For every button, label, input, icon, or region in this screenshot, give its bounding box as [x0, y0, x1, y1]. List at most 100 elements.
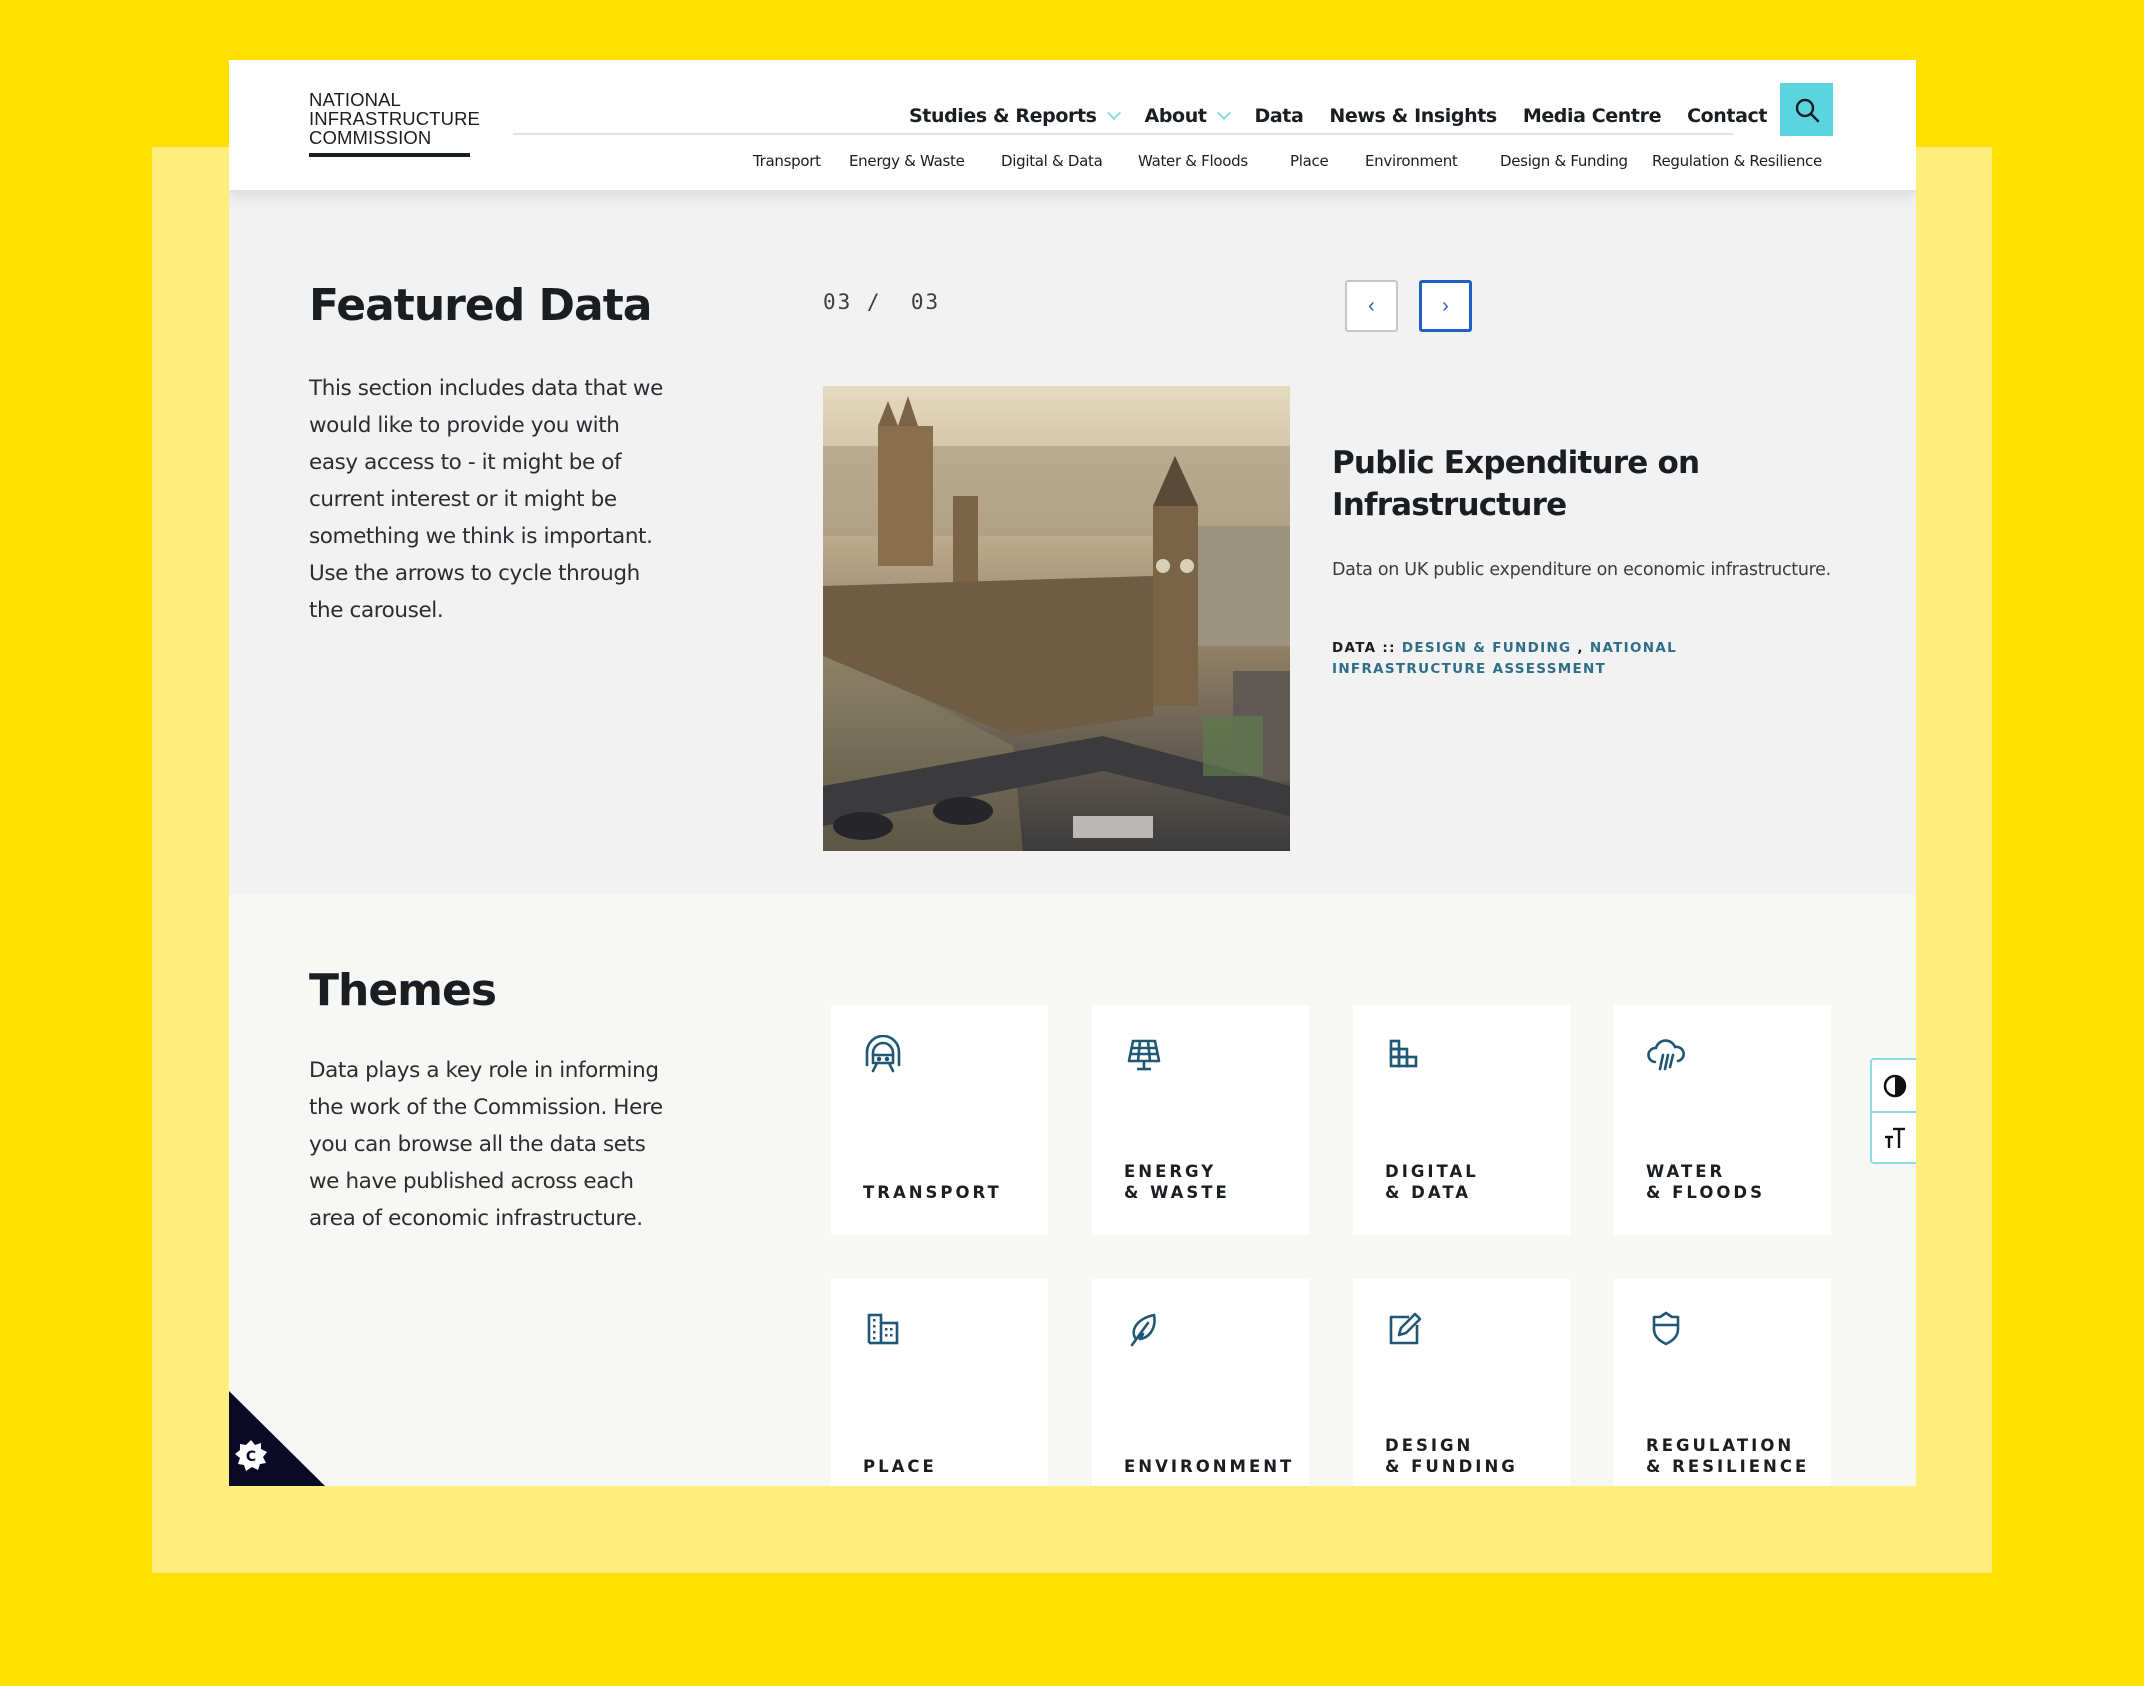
nav-contact[interactable]: Contact	[1687, 105, 1767, 127]
contrast-icon	[1883, 1074, 1907, 1097]
carousel-counter: 03 / 03	[823, 290, 941, 314]
site-header: NATIONAL INFRASTRUCTURE COMMISSION Studi…	[229, 60, 1916, 190]
nav-data[interactable]: Data	[1255, 105, 1304, 127]
nav-divider	[513, 133, 1733, 135]
tag-link-design-funding[interactable]: DESIGN & FUNDING	[1402, 640, 1572, 656]
nav-media-centre[interactable]: Media Centre	[1522, 105, 1662, 127]
theme-label: REGULATION & RESILIENCE	[1646, 1436, 1810, 1476]
data-blocks-icon	[1389, 1039, 1418, 1068]
text-line: you can browse all the data sets	[309, 1132, 646, 1157]
accessibility-toolbar	[1870, 1058, 1916, 1164]
theme-label: DIGITAL & DATA	[1385, 1162, 1479, 1202]
theme-label: DESIGN & FUNDING	[1385, 1436, 1518, 1476]
nav-studies-reports[interactable]: Studies & Reports	[909, 105, 1121, 127]
nav-label: Media Centre	[1522, 105, 1662, 127]
theme-card-energy-waste[interactable]: ENERGY & WASTE	[1092, 1005, 1309, 1235]
theme-card-water-floods[interactable]: WATER & FLOODS	[1614, 1005, 1831, 1235]
theme-card-environment[interactable]: ENVIRONMENT	[1092, 1279, 1309, 1486]
subnav-environment[interactable]: Environment	[1365, 152, 1500, 170]
tag-separator: ,	[1571, 640, 1590, 656]
themes-title: Themes	[309, 965, 497, 1016]
featured-card-tags: DATA :: DESIGN & FUNDING , NATIONAL INFR…	[1332, 638, 1802, 680]
text-line: would like to provide you with	[309, 413, 620, 438]
text-line: Data plays a key role in informing	[309, 1058, 659, 1083]
theme-label: PLACE	[863, 1457, 937, 1476]
theme-card-regulation-resilience[interactable]: REGULATION & RESILIENCE	[1614, 1279, 1831, 1486]
edit-pencil-icon	[1389, 1312, 1422, 1345]
themes-grid: TRANSPORT ENERGY & WASTE DIGITAL & DATA	[831, 1005, 1831, 1486]
browser-page: NATIONAL INFRASTRUCTURE COMMISSION Studi…	[229, 60, 1916, 1486]
subnav-regulation-resilience[interactable]: Regulation & Resilience	[1652, 152, 1822, 170]
nav-label: Data	[1254, 105, 1304, 127]
featured-title: Featured Data	[309, 280, 652, 331]
themes-section: Themes Data plays a key role in informin…	[229, 895, 1916, 1486]
theme-card-place[interactable]: PLACE	[831, 1279, 1048, 1486]
nav-label: Studies & Reports	[909, 105, 1097, 127]
featured-description: This section includes data that we would…	[309, 370, 663, 629]
main-navigation: Studies & Reports About Data News & Insi…	[909, 98, 1793, 134]
rain-cloud-icon	[1647, 1039, 1685, 1071]
text-line: current interest or it might be	[309, 487, 617, 512]
cookie-settings-button[interactable]: C	[229, 1391, 325, 1486]
chevron-down-icon	[1216, 105, 1231, 121]
theme-label: ENVIRONMENT	[1124, 1457, 1295, 1476]
theme-card-transport[interactable]: TRANSPORT	[831, 1005, 1048, 1235]
contrast-toggle-button[interactable]	[1872, 1060, 1916, 1111]
logo-line: COMMISSION	[309, 127, 432, 148]
text-line: Use the arrows to cycle through	[309, 561, 640, 586]
text-size-icon	[1885, 1127, 1905, 1148]
site-logo[interactable]: NATIONAL INFRASTRUCTURE COMMISSION	[309, 89, 480, 157]
subnav-energy-waste[interactable]: Energy & Waste	[847, 152, 1001, 170]
cookie-glyph: C	[246, 1449, 256, 1465]
text-line: This section includes data that we	[309, 376, 663, 401]
featured-card-title[interactable]: Public Expenditure on Infrastructure	[1332, 442, 1772, 526]
title-line: Infrastructure	[1332, 487, 1567, 523]
text-line: the carousel.	[309, 598, 444, 623]
nav-news-insights[interactable]: News & Insights	[1329, 105, 1497, 127]
carousel-prev-button[interactable]: ‹	[1345, 280, 1398, 332]
carousel-next-button[interactable]: ›	[1419, 280, 1472, 332]
subnav-place[interactable]: Place	[1290, 152, 1365, 170]
leaf-icon	[1130, 1313, 1156, 1347]
nav-label: About	[1144, 105, 1207, 127]
nav-about[interactable]: About	[1144, 105, 1231, 127]
logo-line: NATIONAL	[309, 89, 401, 110]
chevron-right-icon: ›	[1442, 294, 1449, 317]
featured-card-description: Data on UK public expenditure on economi…	[1332, 560, 1831, 580]
westminster-photo	[823, 386, 1290, 851]
text-line: something we think is important.	[309, 524, 653, 549]
theme-card-digital-data[interactable]: DIGITAL & DATA	[1353, 1005, 1570, 1235]
shield-icon	[1652, 1311, 1680, 1346]
cookie-settings-icon: C	[229, 1391, 325, 1486]
search-button[interactable]	[1780, 83, 1833, 136]
text-line: the work of the Commission. Here	[309, 1095, 663, 1120]
featured-card-image[interactable]	[823, 386, 1290, 851]
title-line: Public Expenditure on	[1332, 445, 1700, 481]
theme-card-design-funding[interactable]: DESIGN & FUNDING	[1353, 1279, 1570, 1486]
text-line: area of economic infrastructure.	[309, 1206, 643, 1231]
solar-panel-icon	[1127, 1039, 1161, 1071]
logo-underline	[309, 153, 470, 157]
subnav-water-floods[interactable]: Water & Floods	[1138, 152, 1290, 170]
buildings-icon	[867, 1313, 899, 1345]
search-icon	[1795, 98, 1819, 122]
theme-label: ENERGY & WASTE	[1124, 1162, 1230, 1202]
theme-label: WATER & FLOODS	[1646, 1162, 1765, 1202]
tag-prefix: DATA ::	[1332, 640, 1402, 656]
themes-description: Data plays a key role in informing the w…	[309, 1052, 663, 1237]
text-size-button[interactable]	[1872, 1111, 1916, 1162]
chevron-down-icon	[1106, 105, 1121, 121]
featured-data-section: Featured Data This section includes data…	[229, 190, 1916, 895]
subnav-digital-data[interactable]: Digital & Data	[1001, 152, 1138, 170]
theme-label: TRANSPORT	[863, 1183, 1002, 1202]
logo-line: INFRASTRUCTURE	[309, 108, 480, 129]
train-icon	[865, 1035, 901, 1073]
nav-label: Contact	[1687, 105, 1768, 127]
text-line: easy access to - it might be of	[309, 450, 622, 475]
nav-label: News & Insights	[1329, 105, 1497, 127]
text-line: we have published across each	[309, 1169, 634, 1194]
subnav-transport[interactable]: Transport	[753, 152, 847, 170]
theme-subnavigation: Transport Energy & Waste Digital & Data …	[753, 152, 1822, 170]
subnav-design-funding[interactable]: Design & Funding	[1500, 152, 1652, 170]
chevron-left-icon: ‹	[1368, 294, 1375, 317]
